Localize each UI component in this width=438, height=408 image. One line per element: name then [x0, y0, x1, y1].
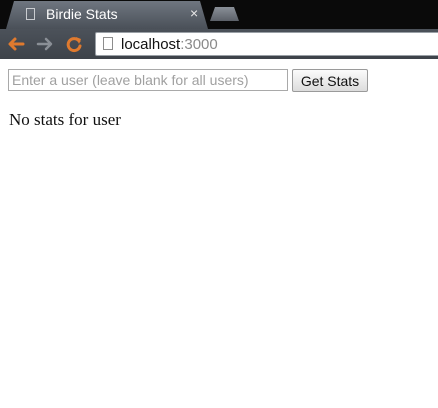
browser-titlebar: Birdie Stats × — [0, 0, 438, 29]
address-bar[interactable]: localhost:3000 — [95, 32, 438, 56]
result-message: No stats for user — [9, 110, 121, 129]
address-host: localhost — [121, 36, 181, 53]
get-stats-button[interactable]: Get Stats — [292, 69, 368, 92]
page-icon — [103, 37, 113, 50]
page-icon — [26, 8, 35, 20]
new-tab-icon[interactable] — [210, 7, 239, 21]
close-icon[interactable]: × — [190, 5, 198, 21]
tab-title: Birdie Stats — [46, 6, 118, 22]
address-port: :3000 — [180, 36, 218, 53]
back-icon[interactable] — [5, 33, 27, 55]
tab-birdie-stats[interactable]: Birdie Stats × — [6, 1, 208, 29]
page-content: Get Stats No stats for user — [0, 59, 438, 408]
browser-toolbar: localhost:3000 — [0, 29, 438, 59]
user-input[interactable] — [8, 69, 288, 91]
address-text: localhost:3000 — [121, 36, 218, 53]
reload-icon[interactable] — [63, 33, 85, 55]
forward-icon[interactable] — [34, 33, 56, 55]
